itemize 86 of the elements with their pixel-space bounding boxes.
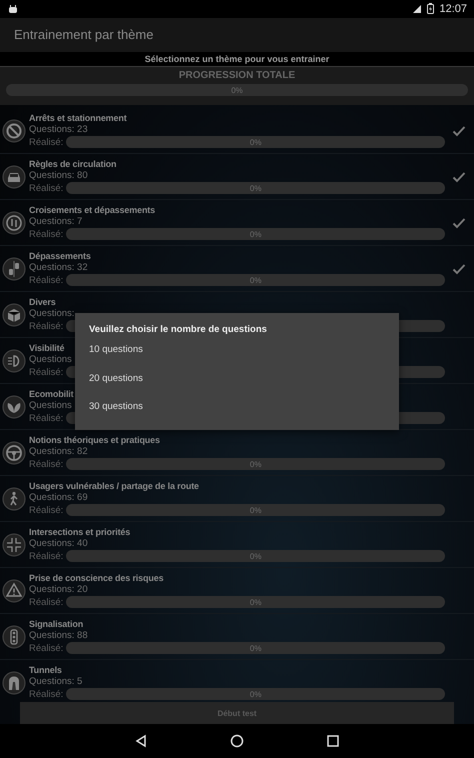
theme-item[interactable]: Usagers vulnérables / partage de la route Questions: 69 Réalisé: 0%: [0, 476, 474, 522]
car-icon: [2, 164, 26, 189]
dialog-option[interactable]: 20 questions: [89, 372, 385, 401]
question-count: Questions: 7: [29, 216, 82, 228]
theme-title: Divers: [29, 297, 56, 308]
box-icon: [2, 302, 26, 327]
two-arrows-sign-icon: [2, 210, 26, 235]
dialog-option[interactable]: 30 questions: [89, 401, 385, 430]
screen-title: Entrainement par thème: [14, 27, 154, 42]
traffic-light-icon: [2, 624, 26, 649]
done-label: Réalisé:: [29, 596, 64, 608]
question-count: Questions:: [29, 308, 74, 320]
theme-item[interactable]: Intersections et priorités Questions: 40 Réalisé: 0%: [0, 522, 474, 568]
clock-time: 12:07: [439, 2, 467, 15]
done-label: Réalisé:: [29, 550, 64, 562]
no-entry-icon: [2, 118, 26, 143]
done-label: Réalisé:: [29, 642, 64, 654]
theme-title: Croisements et dépassements: [29, 205, 156, 216]
theme-title: Visibilité: [29, 343, 64, 354]
battery-icon: [427, 3, 434, 14]
theme-item[interactable]: Arrêts et stationnement Questions: 23 Réalisé: 0%: [0, 108, 474, 154]
theme-title: Règles de circulation: [29, 159, 116, 170]
theme-item[interactable]: Règles de circulation Questions: 80 Réalisé: 0%: [0, 154, 474, 200]
recents-icon: [326, 734, 340, 748]
question-count: Questions: 20: [29, 584, 88, 596]
theme-title: Dépassements: [29, 251, 91, 262]
theme-title: Prise de conscience des risques: [29, 573, 164, 584]
tunnel-icon: [2, 670, 26, 695]
theme-title: Notions théoriques et pratiques: [29, 435, 160, 446]
done-label: Réalisé:: [29, 182, 64, 194]
theme-item[interactable]: Croisements et dépassements Questions: 7 Réalisé: 0%: [0, 200, 474, 246]
question-count: Questions: 40: [29, 538, 88, 550]
progress-reading: 0%: [250, 690, 262, 699]
crossroads-icon: [2, 532, 26, 557]
progress-reading: 0%: [250, 644, 262, 653]
progress-reading: 0%: [231, 86, 243, 95]
theme-title: Intersections et priorités: [29, 527, 130, 538]
warning-icon: [2, 578, 26, 603]
done-label: Réalisé:: [29, 412, 64, 424]
question-count: Questions: 23: [29, 124, 88, 136]
question-count: Questions: 82: [29, 446, 88, 458]
theme-item[interactable]: Signalisation Questions: 88 Réalisé: 0%: [0, 614, 474, 660]
theme-title: Tunnels: [29, 665, 62, 676]
question-count: Questions: 80: [29, 170, 88, 182]
done-label: Réalisé:: [29, 136, 64, 148]
pedestrian-icon: [2, 486, 26, 511]
question-count: Questions: 32: [29, 262, 88, 274]
signal-icon: [412, 4, 422, 14]
question-count: Questions: [29, 354, 72, 366]
done-label: Réalisé:: [29, 228, 64, 240]
progress-reading: 0%: [250, 138, 262, 147]
theme-title: Arrêts et stationnement: [29, 113, 127, 124]
theme-item[interactable]: Dépassements Questions: 32 Réalisé: 0%: [0, 246, 474, 292]
question-count: Questions: 5: [29, 676, 82, 688]
steering-wheel-icon: [2, 440, 26, 465]
done-label: Réalisé:: [29, 458, 64, 470]
progress-title: PROGRESSION TOTALE: [178, 70, 296, 82]
done-label: Réalisé:: [29, 320, 64, 332]
theme-title: Signalisation: [29, 619, 84, 630]
done-label: Réalisé:: [29, 504, 64, 516]
done-label: Réalisé:: [29, 688, 64, 700]
android-icon: [8, 4, 18, 14]
back-icon: [134, 734, 148, 748]
progress-reading: 0%: [250, 230, 262, 239]
done-label: Réalisé:: [29, 274, 64, 286]
instruction-text: Sélectionnez un thème pour vous entrainer: [144, 54, 330, 64]
leaves-icon: [2, 394, 26, 419]
progress-reading: 0%: [250, 598, 262, 607]
home-icon: [230, 734, 244, 748]
progress-reading: 0%: [250, 506, 262, 515]
theme-title: Ecomobilit: [29, 389, 74, 400]
progress-reading: 0%: [250, 184, 262, 193]
done-label: Réalisé:: [29, 366, 64, 378]
dialog-title: Veuillez choisir le nombre de questions: [89, 324, 267, 335]
progress-reading: 0%: [250, 276, 262, 285]
theme-item[interactable]: Notions théoriques et pratiques Questions: 82 Réalisé: 0%: [0, 430, 474, 476]
headlight-icon: [2, 348, 26, 373]
question-count: Questions: 69: [29, 492, 88, 504]
theme-item[interactable]: Prise de conscience des risques Questions: 20 Réalisé: 0%: [0, 568, 474, 614]
dialog-option[interactable]: 10 questions: [89, 344, 385, 372]
question-count: Questions: 88: [29, 630, 88, 642]
progress-reading: 0%: [250, 552, 262, 561]
theme-title: Usagers vulnérables / partage de la route: [29, 481, 199, 492]
progress-reading: 0%: [250, 460, 262, 469]
question-count: Questions: [29, 400, 72, 412]
cars-icon: [2, 256, 26, 281]
